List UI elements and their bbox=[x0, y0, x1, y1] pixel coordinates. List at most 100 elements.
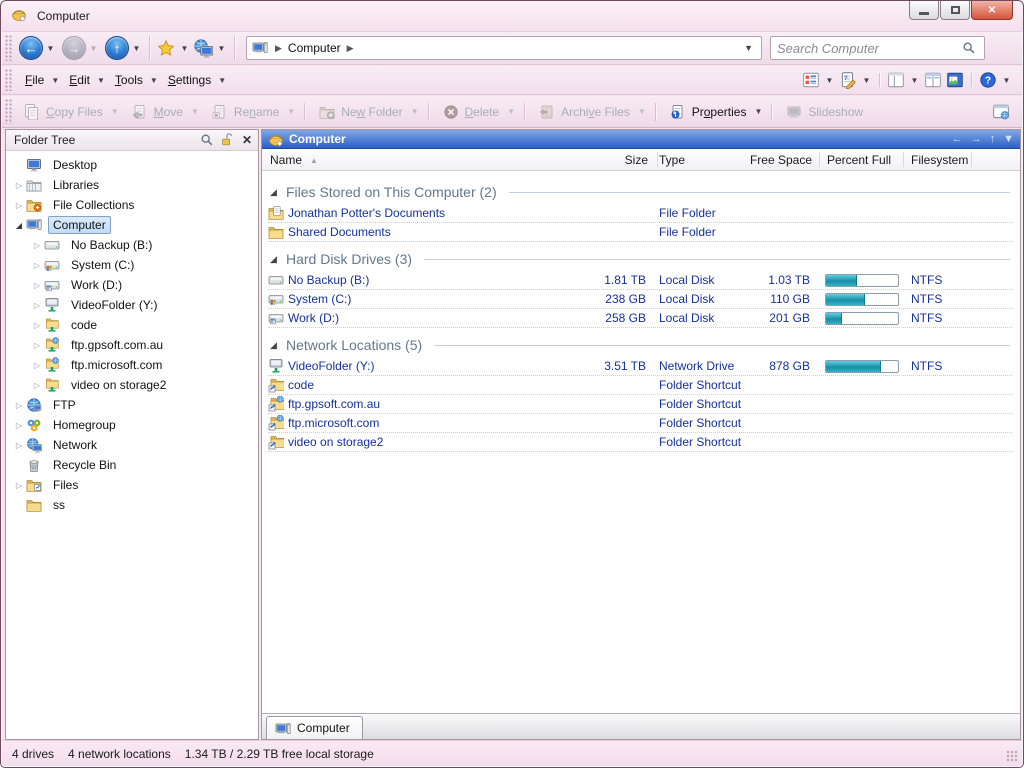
file-display-header[interactable]: Computer ← → ↑ ▼ bbox=[262, 130, 1020, 149]
cell-name[interactable]: System (C:) bbox=[288, 290, 351, 308]
close-button[interactable]: ✕ bbox=[971, 1, 1013, 20]
file-row-videofolder-y-[interactable]: VideoFolder (Y:) 3.51 TB Network Drive 878 … bbox=[268, 357, 1012, 376]
viewer-pane-button[interactable] bbox=[944, 69, 966, 91]
tree-item-no-backup-b-[interactable]: ▷ No Backup (B:) bbox=[6, 235, 258, 255]
expander-icon[interactable]: ▷ bbox=[12, 201, 26, 210]
column-type[interactable]: Type bbox=[659, 149, 685, 171]
view-mode-button[interactable] bbox=[800, 69, 822, 91]
tree-item-ftp-gpsoft-com-au[interactable]: ▷ ftp.gpsoft.com.au bbox=[6, 335, 258, 355]
group-header[interactable]: ◢ Hard Disk Drives (3) bbox=[262, 247, 1020, 271]
column-size[interactable]: Size bbox=[625, 149, 648, 171]
column-percent-full[interactable]: Percent Full bbox=[827, 149, 891, 171]
up-dropdown[interactable]: ▼ bbox=[130, 44, 143, 53]
file-row-no-backup-b-[interactable]: No Backup (B:) 1.81 TB Local Disk 1.03 TB NT… bbox=[268, 271, 1012, 290]
breadcrumb-arrow-icon[interactable]: ▶ bbox=[347, 43, 354, 54]
file-row-jonathan-potter-s-documents[interactable]: Jonathan Potter's Documents File Folder bbox=[268, 204, 1012, 223]
expander-icon[interactable]: ▷ bbox=[12, 421, 26, 430]
tree-search-icon[interactable] bbox=[200, 133, 214, 147]
up-button[interactable]: ↑ bbox=[105, 36, 129, 60]
breadcrumb-segment[interactable]: Computer bbox=[288, 41, 341, 55]
tree-unlock-icon[interactable] bbox=[220, 133, 234, 147]
tree-item-work-d-[interactable]: ▷ Work (D:) bbox=[6, 275, 258, 295]
location-button[interactable] bbox=[192, 37, 214, 59]
expander-icon[interactable]: ▷ bbox=[30, 361, 44, 370]
expander-icon[interactable]: ▷ bbox=[12, 181, 26, 190]
group-header[interactable]: ◢ Files Stored on This Computer (2) bbox=[262, 180, 1020, 204]
group-collapse-icon[interactable]: ◢ bbox=[270, 340, 286, 351]
expander-icon[interactable]: ▷ bbox=[12, 481, 26, 490]
menu-settings[interactable]: Settings ▼ bbox=[168, 73, 226, 87]
file-row-ftp-microsoft-com[interactable]: ftp.microsoft.com Folder Shortcut bbox=[268, 414, 1012, 433]
breadcrumb[interactable]: ▶ Computer ▶ ▼ bbox=[246, 36, 762, 60]
cell-name[interactable]: ftp.gpsoft.com.au bbox=[288, 395, 380, 413]
column-name[interactable]: Name ▲ bbox=[270, 149, 318, 171]
resize-grip[interactable] bbox=[1006, 750, 1018, 762]
toolbar-grip[interactable] bbox=[5, 35, 13, 61]
search-box[interactable] bbox=[770, 36, 985, 60]
group-collapse-icon[interactable]: ◢ bbox=[270, 254, 286, 265]
inline-edit-dropdown[interactable]: ▼ bbox=[860, 76, 873, 85]
cell-name[interactable]: VideoFolder (Y:) bbox=[288, 357, 375, 375]
search-input[interactable] bbox=[777, 40, 962, 56]
toolbar-grip[interactable] bbox=[5, 99, 13, 124]
pane-back-icon[interactable]: ← bbox=[952, 133, 963, 145]
expander-icon[interactable]: ▷ bbox=[12, 441, 26, 450]
cell-name[interactable]: Jonathan Potter's Documents bbox=[288, 204, 445, 222]
customize-button[interactable] bbox=[990, 101, 1012, 123]
cell-name[interactable]: ftp.microsoft.com bbox=[288, 414, 379, 432]
file-row-code[interactable]: code Folder Shortcut bbox=[268, 376, 1012, 395]
tree-item-code[interactable]: ▷ code bbox=[6, 315, 258, 335]
help-button[interactable]: ? bbox=[977, 69, 999, 91]
tree-item-ftp[interactable]: ▷ FTP bbox=[6, 395, 258, 415]
search-icon[interactable] bbox=[962, 41, 978, 55]
panel-layout-button[interactable] bbox=[885, 69, 907, 91]
tree-item-video-on-storage2[interactable]: ▷ video on storage2 bbox=[6, 375, 258, 395]
maximize-button[interactable] bbox=[940, 1, 970, 20]
expander-icon[interactable]: ▷ bbox=[30, 261, 44, 270]
file-row-system-c-[interactable]: System (C:) 238 GB Local Disk 110 GB NTFS bbox=[268, 290, 1012, 309]
column-free-space[interactable]: Free Space bbox=[750, 149, 812, 171]
menu-tools[interactable]: Tools ▼ bbox=[115, 73, 158, 87]
panel-layout-dropdown[interactable]: ▼ bbox=[908, 76, 921, 85]
expander-icon[interactable]: ▷ bbox=[30, 281, 44, 290]
location-dropdown[interactable]: ▼ bbox=[215, 44, 228, 53]
file-row-shared-documents[interactable]: Shared Documents File Folder bbox=[268, 223, 1012, 242]
cell-name[interactable]: video on storage2 bbox=[288, 433, 383, 451]
menu-edit[interactable]: Edit ▼ bbox=[69, 73, 105, 87]
cell-name[interactable]: Shared Documents bbox=[288, 223, 391, 241]
tree-item-videofolder-y-[interactable]: ▷ VideoFolder (Y:) bbox=[6, 295, 258, 315]
view-mode-dropdown[interactable]: ▼ bbox=[823, 76, 836, 85]
expander-icon[interactable]: ◢ bbox=[12, 221, 26, 230]
tree-close-icon[interactable]: ✕ bbox=[240, 133, 254, 147]
help-dropdown[interactable]: ▼ bbox=[1000, 76, 1013, 85]
tree-item-system-c-[interactable]: ▷ System (C:) bbox=[6, 255, 258, 275]
expander-icon[interactable]: ▷ bbox=[30, 381, 44, 390]
column-filesystem[interactable]: Filesystem bbox=[911, 149, 968, 171]
tree-item-ftp-microsoft-com[interactable]: ▷ ftp.microsoft.com bbox=[6, 355, 258, 375]
file-row-work-d-[interactable]: Work (D:) 258 GB Local Disk 201 GB NTFS bbox=[268, 309, 1012, 328]
tree-item-recycle-bin[interactable]: Recycle Bin bbox=[6, 455, 258, 475]
minimize-button[interactable] bbox=[909, 1, 939, 20]
expander-icon[interactable]: ▷ bbox=[30, 241, 44, 250]
tree-item-network[interactable]: ▷ Network bbox=[6, 435, 258, 455]
pane-up-icon[interactable]: ↑ bbox=[990, 133, 996, 145]
tree-item-homegroup[interactable]: ▷ Homegroup bbox=[6, 415, 258, 435]
tree-item-desktop[interactable]: Desktop bbox=[6, 155, 258, 175]
breadcrumb-arrow-icon[interactable]: ▶ bbox=[275, 43, 282, 54]
cell-name[interactable]: No Backup (B:) bbox=[288, 271, 369, 289]
cell-name[interactable]: code bbox=[288, 376, 314, 394]
expander-icon[interactable]: ▷ bbox=[12, 401, 26, 410]
back-dropdown[interactable]: ▼ bbox=[44, 44, 57, 53]
breadcrumb-dropdown[interactable]: ▼ bbox=[740, 43, 757, 53]
file-row-video-on-storage2[interactable]: video on storage2 Folder Shortcut bbox=[268, 433, 1012, 452]
favorites-button[interactable] bbox=[155, 37, 177, 59]
tree-item-ss[interactable]: ss bbox=[6, 495, 258, 515]
back-button[interactable]: ← bbox=[19, 36, 43, 60]
pane-forward-icon[interactable]: → bbox=[971, 133, 982, 145]
properties-button[interactable]: Properties ▼ bbox=[665, 99, 767, 125]
inline-edit-button[interactable]: ? bbox=[837, 69, 859, 91]
toolbar-grip[interactable] bbox=[5, 69, 13, 91]
group-header[interactable]: ◢ Network Locations (5) bbox=[262, 333, 1020, 357]
expander-icon[interactable]: ▷ bbox=[30, 301, 44, 310]
tree-item-files[interactable]: ▷ Files bbox=[6, 475, 258, 495]
